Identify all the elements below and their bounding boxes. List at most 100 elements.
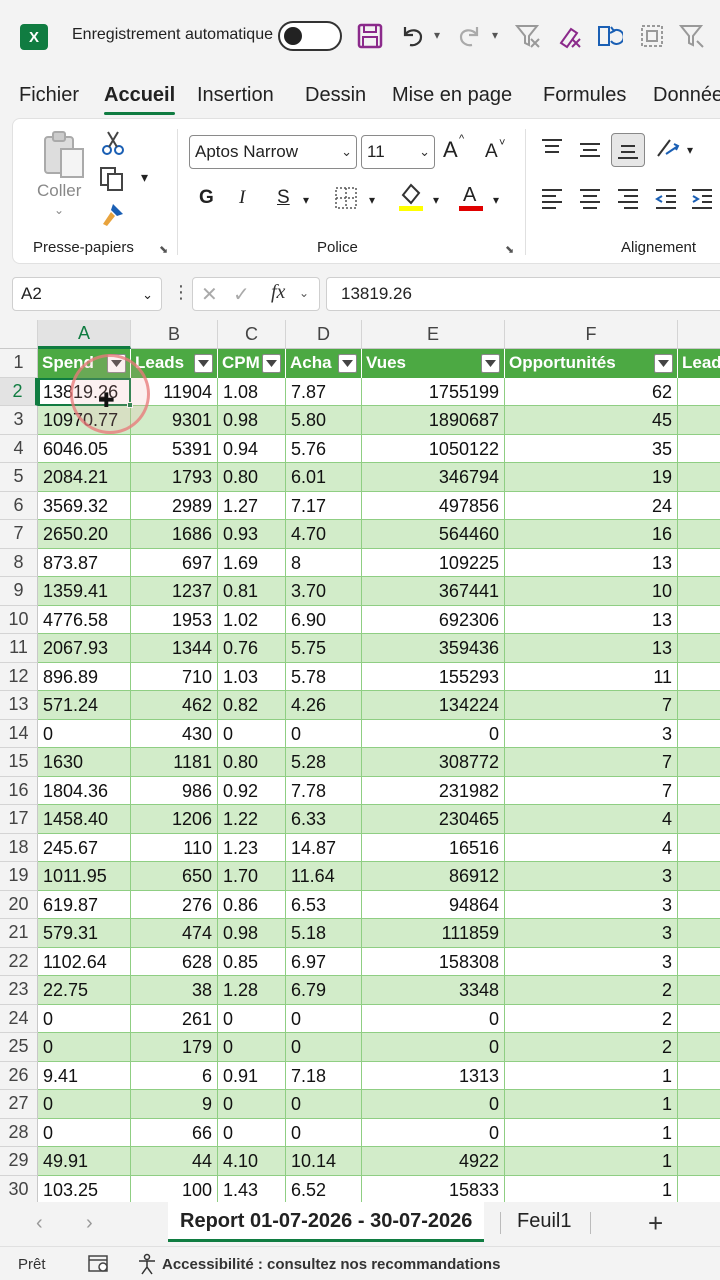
undo-icon[interactable] — [398, 22, 426, 50]
table-cell[interactable]: 896.89 — [38, 662, 131, 691]
table-cell[interactable] — [678, 463, 720, 492]
table-cell[interactable]: 7.78 — [286, 776, 362, 805]
table-cell[interactable]: 2084.21 — [38, 463, 131, 492]
insert-function-icon[interactable]: fx — [271, 281, 285, 304]
table-cell[interactable]: 0.76 — [218, 634, 286, 663]
sort-filter-icon[interactable] — [678, 22, 706, 50]
table-cell[interactable]: 474 — [131, 919, 218, 948]
table-cell[interactable]: 2 — [505, 976, 678, 1005]
table-cell[interactable]: 1 — [505, 1118, 678, 1147]
table-cell[interactable]: 5.78 — [286, 662, 362, 691]
table-cell[interactable] — [678, 634, 720, 663]
table-cell[interactable]: 308772 — [362, 748, 505, 777]
table-cell[interactable]: 1.22 — [218, 805, 286, 834]
row-header-6[interactable]: 6 — [0, 491, 38, 520]
align-center-icon[interactable] — [577, 185, 603, 211]
tab-fichier[interactable]: Fichier — [19, 84, 79, 107]
row-header-27[interactable]: 27 — [0, 1090, 38, 1119]
table-cell[interactable] — [678, 606, 720, 634]
table-cell[interactable]: 11 — [505, 662, 678, 691]
table-cell[interactable]: 6 — [131, 1061, 218, 1090]
table-cell[interactable]: 7 — [505, 776, 678, 805]
table-cell[interactable]: 5.80 — [286, 406, 362, 435]
column-header-a[interactable]: A — [38, 320, 131, 349]
row-header-1[interactable]: 1 — [0, 349, 38, 378]
row-header-10[interactable]: 10 — [0, 605, 38, 634]
table-cell[interactable]: 5.28 — [286, 748, 362, 777]
table-cell[interactable]: 3 — [505, 947, 678, 976]
table-cell[interactable] — [678, 948, 720, 976]
accessibility-icon[interactable] — [136, 1253, 158, 1280]
copy-icon[interactable] — [97, 165, 127, 193]
table-cell[interactable] — [678, 691, 720, 720]
table-cell[interactable]: 16 — [505, 520, 678, 549]
table-cell[interactable]: 0 — [362, 1090, 505, 1119]
column-header-f[interactable]: F — [505, 320, 678, 349]
spreadsheet-grid[interactable]: A B C D E F 1 Spend Leads CPM Acha Vues Oppor… — [0, 320, 720, 1202]
table-cell[interactable]: 571.24 — [38, 691, 131, 720]
table-cell[interactable]: 3 — [505, 890, 678, 919]
table-header-cell[interactable]: Acha — [286, 349, 362, 378]
table-cell[interactable]: 697 — [131, 548, 218, 577]
table-cell[interactable] — [678, 919, 720, 948]
table-cell[interactable]: 0 — [286, 719, 362, 748]
table-cell[interactable]: 1313 — [362, 1061, 505, 1090]
table-cell[interactable]: 1011.95 — [38, 862, 131, 891]
table-cell[interactable]: 7 — [505, 748, 678, 777]
table-cell[interactable] — [678, 1119, 720, 1147]
table-cell[interactable]: 1.02 — [218, 605, 286, 634]
table-cell[interactable]: 873.87 — [38, 548, 131, 577]
clear-filter-icon[interactable] — [514, 22, 542, 50]
table-cell[interactable]: 110 — [131, 833, 218, 862]
table-cell[interactable] — [678, 1176, 720, 1203]
row-header-11[interactable]: 11 — [0, 634, 38, 663]
fill-color-dropdown-icon[interactable]: ▾ — [433, 193, 439, 207]
formula-input[interactable]: 13819.26 — [326, 277, 720, 311]
formula-bar-handle-icon[interactable]: ⋮ — [172, 282, 190, 303]
table-cell[interactable]: 1050122 — [362, 434, 505, 463]
table-cell[interactable]: 0 — [38, 1090, 131, 1119]
font-launcher-icon[interactable]: ⬊ — [505, 243, 514, 256]
table-cell[interactable]: 7.17 — [286, 491, 362, 520]
table-cell[interactable]: 1359.41 — [38, 577, 131, 606]
table-cell[interactable]: 6.53 — [286, 890, 362, 919]
orientation-icon[interactable] — [653, 133, 683, 163]
decrease-indent-icon[interactable] — [653, 185, 679, 211]
table-cell[interactable]: 564460 — [362, 520, 505, 549]
table-cell[interactable]: 6.79 — [286, 976, 362, 1005]
table-cell[interactable] — [678, 492, 720, 520]
row-header-17[interactable]: 17 — [0, 805, 38, 834]
table-cell[interactable]: 359436 — [362, 634, 505, 663]
table-cell[interactable]: 619.87 — [38, 890, 131, 919]
table-cell[interactable]: 13 — [505, 548, 678, 577]
table-cell[interactable] — [678, 577, 720, 606]
tab-donnees[interactable]: Données — [653, 84, 720, 107]
table-cell[interactable]: 6.90 — [286, 605, 362, 634]
table-cell[interactable]: 650 — [131, 862, 218, 891]
table-cell[interactable]: 4 — [505, 833, 678, 862]
refresh-icon[interactable] — [596, 22, 624, 50]
table-cell[interactable]: 710 — [131, 662, 218, 691]
row-header-18[interactable]: 18 — [0, 833, 38, 862]
table-cell[interactable]: 1237 — [131, 577, 218, 606]
row-header-16[interactable]: 16 — [0, 776, 38, 805]
row-header-12[interactable]: 12 — [0, 662, 38, 691]
table-cell[interactable]: 5.18 — [286, 919, 362, 948]
table-cell[interactable]: 0 — [218, 1033, 286, 1062]
table-cell[interactable] — [678, 720, 720, 748]
table-cell[interactable]: 0.82 — [218, 691, 286, 720]
table-cell[interactable]: 579.31 — [38, 919, 131, 948]
table-cell[interactable]: 1 — [505, 1090, 678, 1119]
table-cell[interactable] — [678, 976, 720, 1005]
align-middle-icon[interactable] — [577, 137, 603, 163]
table-cell[interactable]: 179 — [131, 1033, 218, 1062]
underline-dropdown-icon[interactable]: ▾ — [303, 193, 309, 207]
row-header-15[interactable]: 15 — [0, 748, 38, 777]
tab-insertion[interactable]: Insertion — [197, 84, 274, 107]
table-cell[interactable]: 1181 — [131, 748, 218, 777]
table-cell[interactable]: 0.80 — [218, 748, 286, 777]
bold-button[interactable]: G — [199, 187, 214, 209]
table-cell[interactable]: 1686 — [131, 520, 218, 549]
table-cell[interactable]: 2067.93 — [38, 634, 131, 663]
undo-dropdown-icon[interactable]: ▾ — [434, 28, 440, 42]
